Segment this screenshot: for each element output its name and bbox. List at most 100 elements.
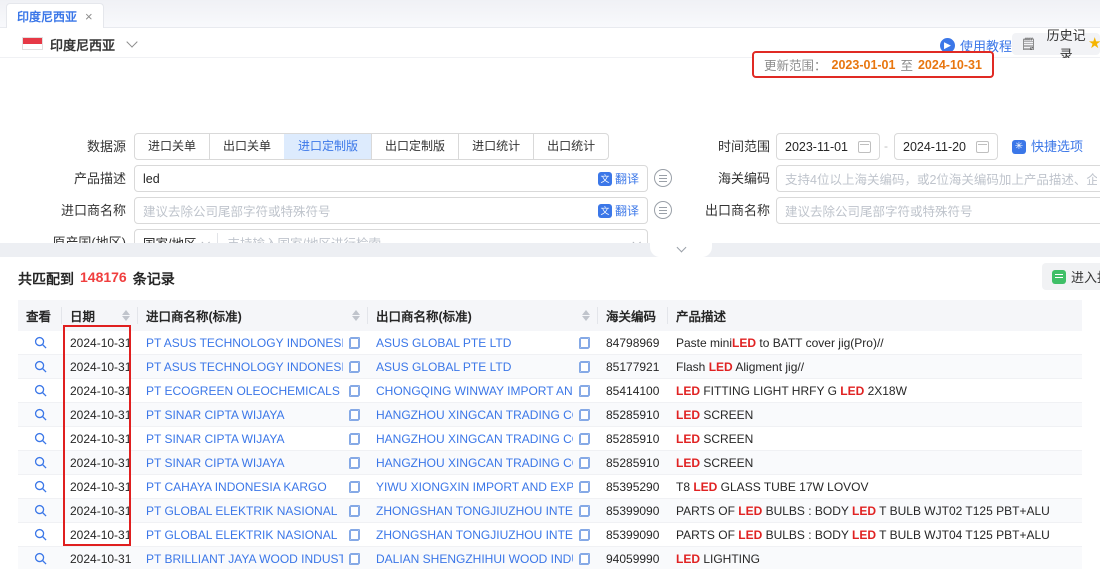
- favorite-star-icon[interactable]: ★: [1088, 34, 1100, 52]
- exporter-link-label[interactable]: ZHONGSHAN TONGJIUZHOU INTERNA...: [376, 504, 573, 518]
- importer-link-label[interactable]: PT ECOGREEN OLEOCHEMICALS: [146, 384, 343, 398]
- column-header-3[interactable]: 出口商名称(标准): [368, 300, 598, 331]
- chevron-down-icon[interactable]: [126, 36, 137, 47]
- collapse-filters-tab[interactable]: [650, 243, 712, 257]
- view-magnifier-icon[interactable]: [18, 552, 62, 565]
- sort-icon[interactable]: [582, 310, 590, 321]
- copy-icon[interactable]: [349, 361, 360, 373]
- copy-icon[interactable]: [579, 337, 590, 349]
- column-header-1[interactable]: 日期: [62, 300, 138, 331]
- exporter-link-label[interactable]: HANGZHOU XINGCAN TRADING CO LTD: [376, 432, 573, 446]
- view-magnifier-icon[interactable]: [18, 360, 62, 373]
- view-magnifier-icon[interactable]: [18, 480, 62, 493]
- exporter-link[interactable]: HANGZHOU XINGCAN TRADING CO LTD: [368, 456, 598, 470]
- date-end-input[interactable]: 2024-11-20: [894, 133, 998, 160]
- exporter-link[interactable]: ZHONGSHAN TONGJIUZHOU INTERNA...: [368, 528, 598, 542]
- exporter-link-label[interactable]: CHONGQING WINWAY IMPORT AND E...: [376, 384, 573, 398]
- copy-icon[interactable]: [579, 385, 590, 397]
- data-source-option-0[interactable]: 进口关单: [135, 134, 209, 159]
- sort-icon[interactable]: [122, 310, 130, 321]
- view-magnifier-icon[interactable]: [18, 384, 62, 397]
- importer-link[interactable]: PT SINAR CIPTA WIJAYA: [138, 456, 368, 470]
- data-source-option-2[interactable]: 进口定制版: [284, 134, 371, 159]
- data-source-option-3[interactable]: 出口定制版: [371, 134, 458, 159]
- exporter-link-label[interactable]: DALIAN SHENGZHIHUI WOOD INDUST...: [376, 552, 573, 566]
- copy-icon[interactable]: [579, 529, 590, 541]
- importer-link-label[interactable]: PT SINAR CIPTA WIJAYA: [146, 456, 343, 470]
- exporter-link[interactable]: HANGZHOU XINGCAN TRADING CO LTD: [368, 432, 598, 446]
- copy-icon[interactable]: [349, 433, 360, 445]
- exporter-link-label[interactable]: ASUS GLOBAL PTE LTD: [376, 360, 573, 374]
- copy-icon[interactable]: [579, 553, 590, 565]
- copy-icon[interactable]: [349, 409, 360, 421]
- view-magnifier-icon[interactable]: [18, 432, 62, 445]
- exporter-name-input[interactable]: 建议去除公司尾部字符或特殊符号: [776, 197, 1100, 224]
- view-magnifier-icon[interactable]: [18, 504, 62, 517]
- exporter-link[interactable]: ZHONGSHAN TONGJIUZHOU INTERNA...: [368, 504, 598, 518]
- data-source-option-5[interactable]: 出口统计: [533, 134, 608, 159]
- exporter-link[interactable]: ASUS GLOBAL PTE LTD: [368, 336, 598, 350]
- exporter-link[interactable]: YIWU XIONGXIN IMPORT AND EXPORT...: [368, 480, 598, 494]
- column-header-2[interactable]: 进口商名称(标准): [138, 300, 368, 331]
- copy-icon[interactable]: [579, 433, 590, 445]
- exporter-link[interactable]: DALIAN SHENGZHIHUI WOOD INDUST...: [368, 552, 598, 566]
- importer-link-label[interactable]: PT ASUS TECHNOLOGY INDONESIA BA...: [146, 336, 343, 350]
- importer-link[interactable]: PT GLOBAL ELEKTRIK NASIONAL: [138, 528, 368, 542]
- copy-icon[interactable]: [579, 457, 590, 469]
- importer-link-label[interactable]: PT SINAR CIPTA WIJAYA: [146, 408, 343, 422]
- translate-button[interactable]: 文 翻译: [598, 202, 639, 219]
- view-magnifier-icon[interactable]: [18, 408, 62, 421]
- history-suggestions-icon[interactable]: [654, 201, 672, 219]
- tab-indonesia[interactable]: 印度尼西亚 ×: [6, 3, 104, 28]
- importer-link[interactable]: PT CAHAYA INDONESIA KARGO: [138, 480, 368, 494]
- data-source-option-4[interactable]: 进口统计: [458, 134, 533, 159]
- copy-icon[interactable]: [579, 505, 590, 517]
- sort-icon[interactable]: [352, 310, 360, 321]
- copy-icon[interactable]: [349, 553, 360, 565]
- copy-icon[interactable]: [349, 481, 360, 493]
- importer-link[interactable]: PT ASUS TECHNOLOGY INDONESIA BA...: [138, 360, 368, 374]
- importer-link-label[interactable]: PT CAHAYA INDONESIA KARGO: [146, 480, 343, 494]
- copy-icon[interactable]: [349, 505, 360, 517]
- view-magnifier-icon[interactable]: [18, 336, 62, 349]
- importer-link[interactable]: PT ASUS TECHNOLOGY INDONESIA BA...: [138, 336, 368, 350]
- importer-link[interactable]: PT ECOGREEN OLEOCHEMICALS: [138, 384, 368, 398]
- close-icon[interactable]: ×: [85, 9, 93, 24]
- exporter-link-label[interactable]: ASUS GLOBAL PTE LTD: [376, 336, 573, 350]
- importer-link-label[interactable]: PT SINAR CIPTA WIJAYA: [146, 432, 343, 446]
- copy-icon[interactable]: [349, 457, 360, 469]
- importer-link[interactable]: PT BRILLIANT JAYA WOOD INDUSTRY: [138, 552, 368, 566]
- copy-icon[interactable]: [349, 529, 360, 541]
- history-button[interactable]: 🗒 历史记录: [1012, 33, 1100, 55]
- view-magnifier-icon[interactable]: [18, 456, 62, 469]
- importer-link[interactable]: PT SINAR CIPTA WIJAYA: [138, 432, 368, 446]
- view-magnifier-icon[interactable]: [18, 528, 62, 541]
- history-suggestions-icon[interactable]: [654, 169, 672, 187]
- importer-link-label[interactable]: PT ASUS TECHNOLOGY INDONESIA BA...: [146, 360, 343, 374]
- exporter-link-label[interactable]: YIWU XIONGXIN IMPORT AND EXPORT...: [376, 480, 573, 494]
- hs-code-input[interactable]: 支持4位以上海关编码，或2位海关编码加上产品描述、企业名称的任意信息: [776, 165, 1100, 192]
- importer-link[interactable]: PT GLOBAL ELEKTRIK NASIONAL: [138, 504, 368, 518]
- copy-icon[interactable]: [579, 409, 590, 421]
- product-desc-input[interactable]: led 文 翻译: [134, 165, 648, 192]
- importer-link-label[interactable]: PT GLOBAL ELEKTRIK NASIONAL: [146, 528, 343, 542]
- copy-icon[interactable]: [349, 337, 360, 349]
- translate-button[interactable]: 文 翻译: [598, 170, 639, 187]
- enter-report-button[interactable]: 进入报告: [1042, 263, 1100, 290]
- exporter-link[interactable]: CHONGQING WINWAY IMPORT AND E...: [368, 384, 598, 398]
- exporter-link-label[interactable]: HANGZHOU XINGCAN TRADING CO LTD: [376, 408, 573, 422]
- exporter-link-label[interactable]: HANGZHOU XINGCAN TRADING CO LTD: [376, 456, 573, 470]
- exporter-link[interactable]: HANGZHOU XINGCAN TRADING CO LTD: [368, 408, 598, 422]
- importer-link[interactable]: PT SINAR CIPTA WIJAYA: [138, 408, 368, 422]
- importer-name-input[interactable]: 建议去除公司尾部字符或特殊符号 文 翻译: [134, 197, 648, 224]
- copy-icon[interactable]: [579, 481, 590, 493]
- quick-options-link[interactable]: ✳ 快捷选项: [1012, 133, 1083, 160]
- copy-icon[interactable]: [579, 361, 590, 373]
- date-start-input[interactable]: 2023-11-01: [776, 133, 880, 160]
- data-source-option-1[interactable]: 出口关单: [209, 134, 284, 159]
- copy-icon[interactable]: [349, 385, 360, 397]
- exporter-link[interactable]: ASUS GLOBAL PTE LTD: [368, 360, 598, 374]
- importer-link-label[interactable]: PT GLOBAL ELEKTRIK NASIONAL: [146, 504, 343, 518]
- importer-link-label[interactable]: PT BRILLIANT JAYA WOOD INDUSTRY: [146, 552, 343, 566]
- exporter-link-label[interactable]: ZHONGSHAN TONGJIUZHOU INTERNA...: [376, 528, 573, 542]
